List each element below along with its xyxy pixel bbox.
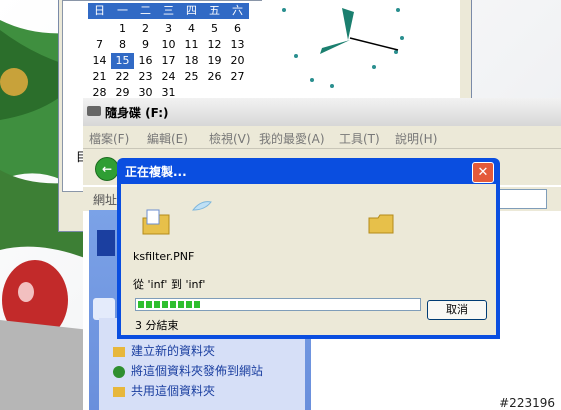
calendar-day[interactable]: 14 <box>88 53 111 69</box>
calendar-day[interactable]: 21 <box>88 69 111 85</box>
calendar-day[interactable]: 6 <box>226 21 249 37</box>
progress-segment <box>178 301 184 308</box>
weekday-label: 日 <box>94 4 105 17</box>
calendar-day[interactable]: 20 <box>226 53 249 69</box>
calendar-day[interactable]: 3 <box>157 21 180 37</box>
task-publish-web[interactable]: 將這個資料夾發佈到網站 <box>113 362 263 379</box>
task-new-folder[interactable]: 建立新的資料夾 <box>113 342 215 359</box>
copy-source-destination: 從 'inf' 到 'inf' <box>133 278 206 291</box>
explorer-menu-bar: 檔案(F) 編輯(E) 檢視(V) 我的最愛(A) 工具(T) 說明(H) <box>83 126 561 149</box>
back-button[interactable]: ← <box>95 157 119 181</box>
calendar-day[interactable]: 1 <box>111 21 134 37</box>
progress-segment <box>194 301 200 308</box>
weekday-label: 二 <box>140 4 151 17</box>
folder-icon <box>113 346 125 357</box>
task-pane-header <box>93 298 115 320</box>
calendar-day[interactable]: 23 <box>134 69 157 85</box>
calendar-day[interactable]: 8 <box>111 37 134 53</box>
menu-item[interactable]: 工具(T) <box>339 130 380 147</box>
progress-segment <box>186 301 192 308</box>
source-folder-icon <box>141 208 175 241</box>
weekday-label: 六 <box>232 4 243 17</box>
calendar-day[interactable]: 13 <box>226 37 249 53</box>
menu-item[interactable]: 編輯(E) <box>147 130 188 147</box>
calendar-day[interactable]: 2 <box>134 21 157 37</box>
address-label: 網址 <box>93 193 118 207</box>
calendar-day[interactable]: 5 <box>203 21 226 37</box>
weekday-label: 一 <box>117 4 128 17</box>
progress-segment <box>146 301 152 308</box>
weekday-label: 四 <box>186 4 197 17</box>
weekday-label: 三 <box>163 4 174 17</box>
share-folder-icon <box>113 386 125 397</box>
menu-item[interactable]: 說明(H) <box>395 130 437 147</box>
calendar-day[interactable]: 27 <box>226 69 249 85</box>
calendar-day[interactable]: 9 <box>134 37 157 53</box>
copy-progress-dialog: 正在複製... ✕ ksfilter.PNF 從 'inf' 到 'inf' 取… <box>117 158 500 339</box>
calendar-day[interactable]: 4 <box>180 21 203 37</box>
copy-progress-bar <box>135 298 421 311</box>
calendar-day[interactable]: 22 <box>111 69 134 85</box>
destination-folder-icon <box>367 210 397 239</box>
calendar-day[interactable]: 26 <box>203 69 226 85</box>
current-filename: ksfilter.PNF <box>133 250 195 263</box>
calendar-grid: 1 2 3 4 5 6 7 8 9 10 11 12 13 14 15 16 17 18 19 20 21 22 23 24 2… <box>88 21 249 101</box>
calendar-day[interactable]: 12 <box>203 37 226 53</box>
calendar-day[interactable]: 19 <box>203 53 226 69</box>
calendar-day[interactable]: 17 <box>157 53 180 69</box>
calendar-weekday-header: 日一二三四五六 <box>88 3 249 19</box>
explorer-title: 隨身碟 (F:) <box>105 106 169 120</box>
calendar-day[interactable]: 24 <box>157 69 180 85</box>
drive-icon <box>87 106 101 116</box>
copy-dialog-title: 正在複製... <box>125 165 187 179</box>
explorer-title-bar[interactable]: 隨身碟 (F:) <box>83 98 561 126</box>
task-share-folder[interactable]: 共用這個資料夾 <box>113 382 215 399</box>
calendar-day[interactable]: 18 <box>180 53 203 69</box>
calendar-day[interactable]: 10 <box>157 37 180 53</box>
progress-segment <box>162 301 168 308</box>
globe-icon <box>113 365 125 378</box>
weekday-label: 五 <box>209 4 220 17</box>
calendar-day[interactable]: 15 <box>111 53 134 69</box>
menu-item[interactable]: 我的最愛(A) <box>259 130 325 147</box>
copy-dialog-body: ksfilter.PNF 從 'inf' 到 'inf' 取消 3 分結束 <box>121 184 496 335</box>
flying-paper-icon <box>191 200 213 217</box>
calendar-day <box>88 21 111 37</box>
close-button[interactable]: ✕ <box>472 162 494 183</box>
progress-segment <box>154 301 160 308</box>
progress-segment <box>170 301 176 308</box>
image-watermark: #223196 <box>499 396 555 410</box>
calendar-day[interactable]: 7 <box>88 37 111 53</box>
calendar-day[interactable]: 16 <box>134 53 157 69</box>
time-remaining: 3 分結束 <box>135 319 179 332</box>
menu-item[interactable]: 檔案(F) <box>89 130 129 147</box>
calendar-day[interactable]: 25 <box>180 69 203 85</box>
task-pane-icon <box>97 230 115 256</box>
progress-segment <box>138 301 144 308</box>
calendar-day[interactable]: 11 <box>180 37 203 53</box>
cancel-button[interactable]: 取消 <box>427 300 487 320</box>
menu-item[interactable]: 檢視(V) <box>209 130 251 147</box>
